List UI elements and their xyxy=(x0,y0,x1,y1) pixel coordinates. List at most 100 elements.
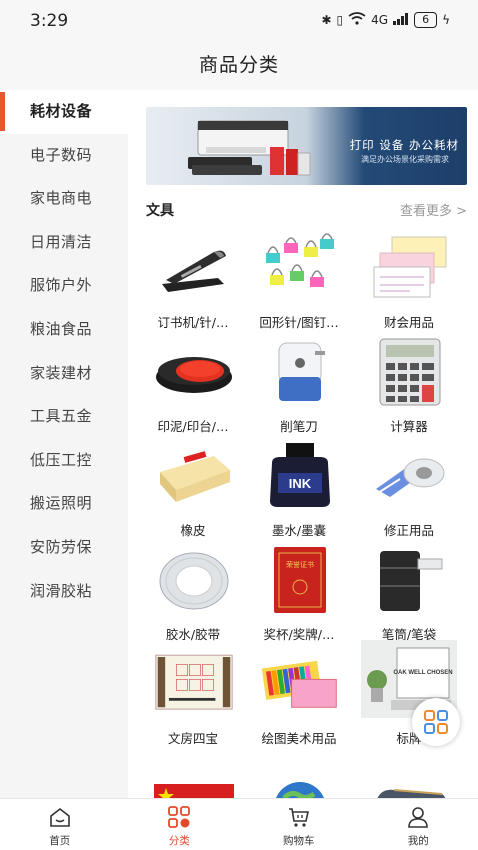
sidebar-item-apparel[interactable]: 服饰户外 xyxy=(0,264,128,308)
sidebar-item-label: 电子数码 xyxy=(30,145,93,164)
sidebar-item-safety[interactable]: 安防劳保 xyxy=(0,526,128,570)
product-item[interactable]: 计算器 xyxy=(356,336,462,440)
sidebar-item-food[interactable]: 粮油食品 xyxy=(0,308,128,352)
product-label: 墨水/墨囊 xyxy=(271,523,327,538)
crayons-icon xyxy=(260,648,340,720)
product-label: 订书机/针/… xyxy=(157,315,229,330)
stapler-icon xyxy=(154,232,234,304)
product-item[interactable]: INK 墨水/墨囊 xyxy=(246,440,352,544)
floating-menu-button[interactable] xyxy=(412,698,460,746)
sidebar-item-building[interactable]: 家装建材 xyxy=(0,352,128,396)
product-label: 橡皮 xyxy=(180,523,206,538)
sidebar-item-label: 家电商电 xyxy=(30,189,93,208)
product-item[interactable] xyxy=(140,762,246,798)
product-item[interactable]: 回形针/图钉… xyxy=(246,232,352,336)
banner-subline: 满足办公场景化采购需求 xyxy=(361,155,449,164)
sidebar-item-label: 日用清洁 xyxy=(30,232,93,251)
banner-headline: 打印 设备 办公耗材 xyxy=(349,138,459,152)
product-item[interactable] xyxy=(246,762,352,798)
sidebar-item-low-voltage[interactable]: 低压工控 xyxy=(0,439,128,483)
tab-label: 购物车 xyxy=(283,835,315,847)
product-item[interactable]: 荣誉证书 奖杯/奖牌/… xyxy=(246,544,352,648)
signal-bars-icon xyxy=(393,12,409,28)
ink-bottle-icon: INK xyxy=(260,440,340,512)
tab-label: 首页 xyxy=(49,835,71,847)
charging-icon: ϟ xyxy=(442,13,450,27)
product-item[interactable]: 胶水/胶带 xyxy=(140,544,246,648)
product-label: 文房四宝 xyxy=(167,731,218,746)
paper-clip-icon xyxy=(260,232,340,304)
status-time: 3:29 xyxy=(30,11,69,31)
product-label: 削笔刀 xyxy=(280,419,318,434)
sidebar-item-consumables[interactable]: 耗材设备 xyxy=(0,90,128,134)
printer-image xyxy=(188,120,311,176)
sidebar-item-appliances[interactable]: 家电商电 xyxy=(0,177,128,221)
eraser-icon xyxy=(154,440,234,512)
view-more-link[interactable]: 查看更多 > xyxy=(400,200,467,219)
product-label: 胶水/胶带 xyxy=(165,627,221,642)
product-item[interactable] xyxy=(356,762,462,798)
ink-bottle-text: INK xyxy=(289,476,312,491)
product-item[interactable]: 橡皮 xyxy=(140,440,246,544)
sidebar-item-electronics[interactable]: 电子数码 xyxy=(0,134,128,178)
product-item[interactable]: 印泥/印台/… xyxy=(140,336,246,440)
tape-roll-icon xyxy=(154,544,234,616)
tab-category[interactable]: 分类 xyxy=(120,799,240,850)
title-bar: 商品分类 xyxy=(0,42,478,90)
product-label: 计算器 xyxy=(390,419,428,434)
category-icon xyxy=(168,806,191,828)
section-title: 文具 xyxy=(146,203,174,219)
section-header: 文具 查看更多 > xyxy=(146,200,467,222)
status-icons: ✱ ▯ 4G 6 ϟ xyxy=(321,12,450,28)
sidebar-item-label: 搬运照明 xyxy=(30,494,93,513)
product-label: 财会用品 xyxy=(383,315,434,330)
sidebar-item-label: 粮油食品 xyxy=(30,319,93,338)
sidebar-item-label: 低压工控 xyxy=(30,450,93,469)
ink-pad-icon xyxy=(154,336,234,408)
flag-icon xyxy=(154,762,234,798)
tab-label: 分类 xyxy=(168,835,190,847)
correction-tape-icon xyxy=(370,440,450,512)
product-item[interactable]: 修正用品 xyxy=(356,440,462,544)
product-label: 印泥/印台/… xyxy=(157,419,229,434)
product-item[interactable]: 订书机/针/… xyxy=(140,232,246,336)
sidebar-item-tools[interactable]: 工具五金 xyxy=(0,395,128,439)
tab-home[interactable]: 首页 xyxy=(0,799,120,850)
product-label: 回形针/图钉… xyxy=(259,315,339,330)
vibrate-icon: ▯ xyxy=(336,13,344,27)
product-item[interactable]: 绘图美术用品 xyxy=(246,648,352,752)
promo-banner[interactable]: 打印 设备 办公耗材 满足办公场景化采购需求 xyxy=(146,107,467,185)
product-item[interactable]: 笔筒/笔袋 xyxy=(356,544,462,648)
calligraphy-set-icon xyxy=(154,648,234,720)
cellular-signal-label: 4G xyxy=(371,13,389,27)
sidebar-item-lubricants[interactable]: 润滑胶粘 xyxy=(0,570,128,614)
tab-profile[interactable]: 我的 xyxy=(359,799,478,850)
product-item[interactable]: 削笔刀 xyxy=(246,336,352,440)
sign-board-text: OAK WELL CHOSEN xyxy=(393,670,452,676)
sidebar-item-lighting[interactable]: 搬运照明 xyxy=(0,482,128,526)
category-content: 打印 设备 办公耗材 满足办公场景化采购需求 文具 查看更多 > 订书机/针/…… xyxy=(128,90,478,798)
sidebar-item-label: 服饰户外 xyxy=(30,276,93,295)
grid-menu-icon xyxy=(424,710,448,734)
sidebar-item-label: 工具五金 xyxy=(30,407,93,426)
wifi-icon xyxy=(348,12,366,28)
tab-label: 我的 xyxy=(407,835,429,847)
sidebar-item-label: 安防劳保 xyxy=(30,537,93,556)
certificate-icon: 荣誉证书 xyxy=(260,544,340,616)
sidebar-item-label: 耗材设备 xyxy=(30,102,93,120)
active-marker xyxy=(0,92,5,131)
page-title: 商品分类 xyxy=(198,54,279,76)
home-icon xyxy=(49,807,70,827)
bluetooth-icon: ✱ xyxy=(321,13,332,27)
product-item[interactable]: 文房四宝 xyxy=(140,648,246,752)
sidebar-item-cleaning[interactable]: 日用清洁 xyxy=(0,221,128,265)
product-label: 绘图美术用品 xyxy=(261,731,337,746)
pencil-sharpener-icon xyxy=(260,336,340,408)
product-item[interactable]: 财会用品 xyxy=(356,232,462,336)
cart-icon xyxy=(288,808,309,827)
user-icon xyxy=(408,807,429,828)
tab-cart[interactable]: 购物车 xyxy=(239,799,359,850)
sidebar-item-label: 润滑胶粘 xyxy=(30,581,93,600)
bottom-tab-bar: 首页 分类 购物车 我的 xyxy=(0,798,478,850)
calculator-icon xyxy=(370,336,450,408)
